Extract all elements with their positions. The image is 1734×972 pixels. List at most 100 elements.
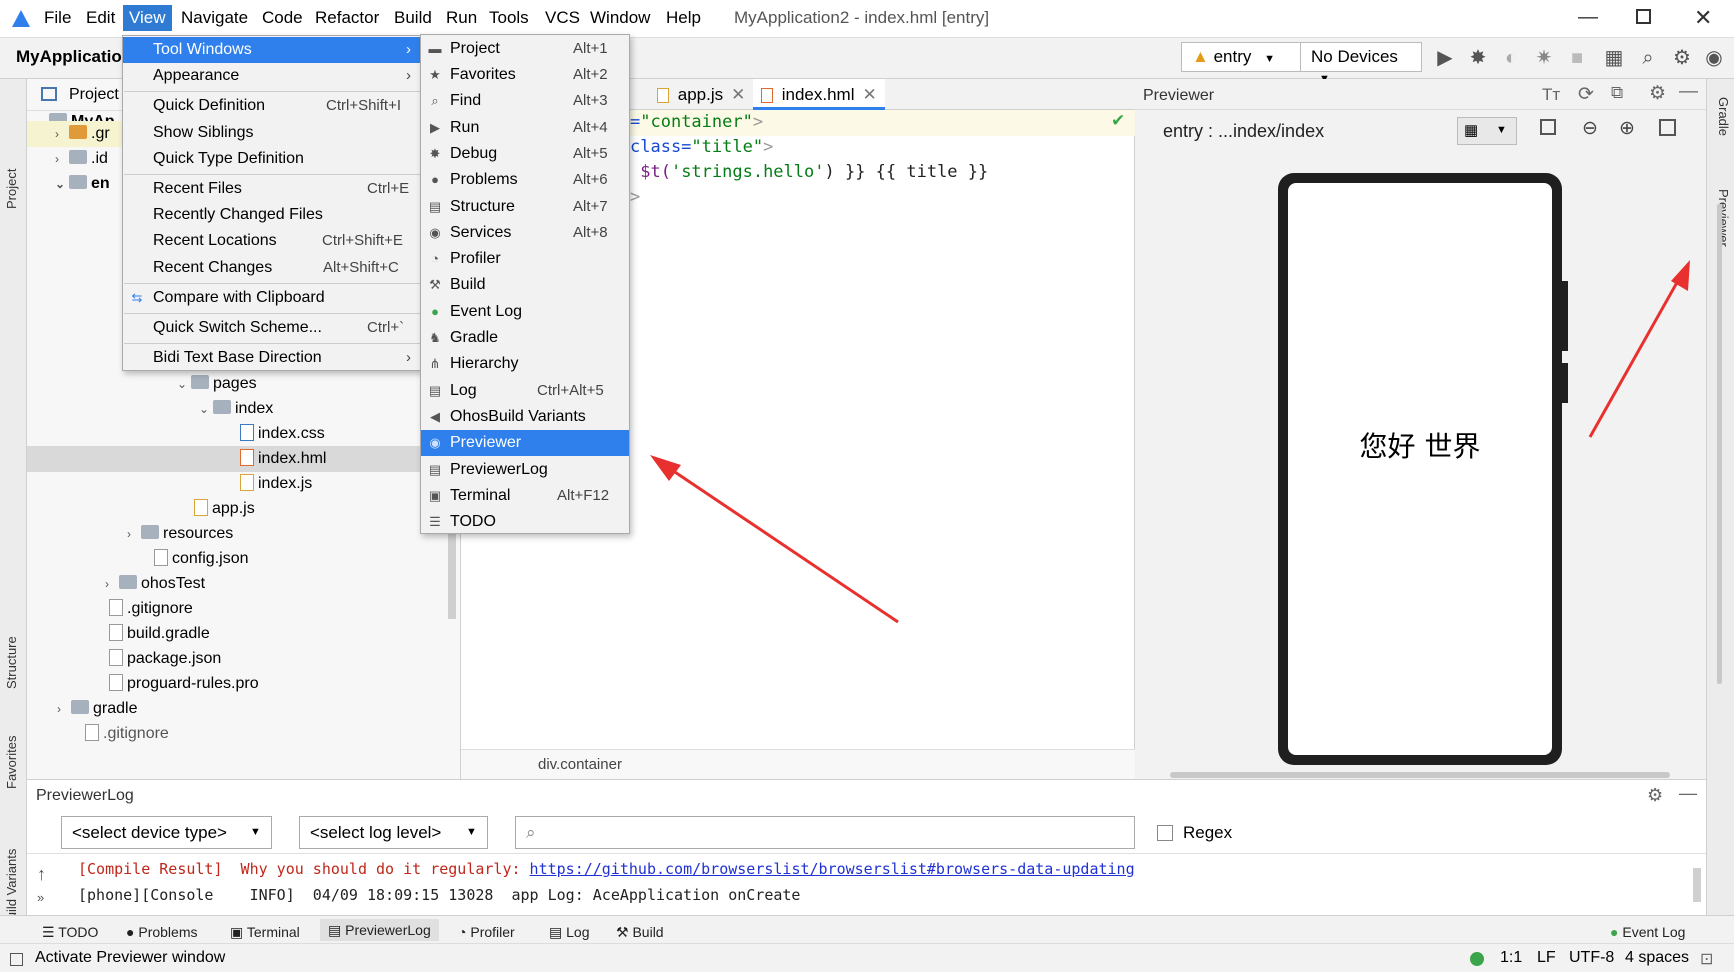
log-link[interactable]: https://github.com/browserslist/browsers… — [530, 860, 1135, 878]
font-size-icon[interactable]: Tт — [1542, 85, 1560, 105]
settings-icon[interactable]: ⚙ — [1649, 82, 1666, 105]
tree-item[interactable]: app.js — [194, 496, 255, 521]
lock-icon[interactable]: ⊡ — [1700, 949, 1713, 969]
structure-tool-tab[interactable]: Structure — [4, 636, 19, 689]
tab-terminal[interactable]: ▣ Terminal — [230, 924, 300, 941]
menu-item-build[interactable]: ⚒ Build — [421, 272, 629, 298]
code-line-1[interactable]: ="container"> — [630, 112, 763, 132]
menu-item-problems[interactable]: ● Problems Alt+6 — [421, 167, 629, 193]
menu-item-services[interactable]: ◉ Services Alt+8 — [421, 220, 629, 246]
tree-item[interactable]: › ohosTest — [105, 571, 205, 596]
menu-item-recent-locations[interactable]: Recent Locations Ctrl+Shift+E — [123, 228, 420, 254]
menu-file[interactable]: File — [44, 8, 71, 28]
settings-icon[interactable]: ⚙ — [1647, 785, 1663, 806]
tree-item[interactable]: proguard-rules.pro — [109, 671, 259, 696]
menu-item-quick-switch-scheme[interactable]: Quick Switch Scheme... Ctrl+` — [123, 315, 420, 341]
menu-item-tool-windows[interactable]: Tool Windows › — [123, 37, 420, 63]
tree-item[interactable]: › resources — [127, 521, 233, 546]
close-icon[interactable]: ✕ — [1694, 5, 1712, 31]
tab-index-hml[interactable]: index.hml ✕ — [753, 79, 885, 110]
close-tab-icon[interactable]: ✕ — [731, 85, 745, 104]
rotate-device-icon[interactable] — [1540, 119, 1556, 135]
previewer-h-scrollbar[interactable] — [1170, 772, 1670, 778]
menu-item-log[interactable]: ▤ Log Ctrl+Alt+5 — [421, 378, 629, 404]
caret-position[interactable]: 1:1 — [1500, 949, 1522, 967]
line-separator[interactable]: LF — [1537, 949, 1556, 967]
indent-setting[interactable]: 4 spaces — [1625, 949, 1689, 967]
tree-item[interactable]: index.js — [240, 471, 312, 496]
tree-item[interactable]: › .gr — [55, 121, 110, 146]
menu-item-ohosbuild-variants[interactable]: ◀ OhosBuild Variants — [421, 404, 629, 430]
menu-item-terminal[interactable]: ▣ Terminal Alt+F12 — [421, 483, 629, 509]
favorites-tool-tab[interactable]: Favorites — [4, 736, 19, 789]
debug-icon[interactable]: ✸ — [1466, 46, 1490, 70]
menu-item-appearance[interactable]: Appearance › — [123, 63, 420, 89]
tab-app-js[interactable]: app.js ✕ — [649, 79, 753, 110]
log-scrollbar[interactable] — [1693, 868, 1701, 902]
file-encoding[interactable]: UTF-8 — [1569, 949, 1614, 967]
scroll-up-icon[interactable]: ↑ — [37, 864, 46, 885]
tree-item[interactable]: ⌄ index — [199, 396, 273, 421]
code-line-2[interactable]: class="title"> — [630, 137, 773, 157]
project-structure-icon[interactable]: ▦ — [1602, 46, 1626, 70]
project-tool-tab[interactable]: Project — [4, 169, 19, 209]
tree-item[interactable]: package.json — [109, 646, 221, 671]
menu-view[interactable]: View — [123, 5, 172, 31]
device-type-select[interactable]: <select device type> ▼ — [61, 816, 272, 849]
menu-item-quick-type-definition[interactable]: Quick Type Definition — [123, 146, 420, 172]
menu-item-recent-changes[interactable]: Recent Changes Alt+Shift+C — [123, 255, 420, 281]
menu-tools[interactable]: Tools — [489, 8, 529, 28]
log-line-2[interactable]: [phone][Console INFO] 04/09 18:09:15 130… — [78, 886, 800, 904]
tree-item[interactable]: index.css — [240, 421, 325, 446]
hide-panel-icon[interactable]: — — [1679, 81, 1698, 103]
previewer-scrollbar[interactable] — [1717, 204, 1722, 684]
tree-item[interactable]: ⌄ pages — [177, 371, 257, 396]
toggle-tool-windows-icon[interactable] — [10, 953, 23, 966]
fit-screen-icon[interactable] — [1659, 119, 1676, 136]
tree-item[interactable]: config.json — [154, 546, 249, 571]
stop-icon[interactable]: ■ — [1565, 46, 1589, 70]
menu-item-find[interactable]: ⌕ Find Alt+3 — [421, 88, 629, 114]
menu-item-previewer[interactable]: ◉ Previewer — [421, 430, 629, 456]
tree-item[interactable]: › .id — [55, 146, 108, 171]
multi-device-icon[interactable]: ⧉ — [1611, 83, 1623, 103]
attach-debugger-icon[interactable]: ✷ — [1532, 46, 1556, 70]
menu-item-structure[interactable]: ▤ Structure Alt+7 — [421, 194, 629, 220]
menu-help[interactable]: Help — [666, 8, 701, 28]
menu-item-favorites[interactable]: ★ Favorites Alt+2 — [421, 62, 629, 88]
menu-run[interactable]: Run — [446, 8, 477, 28]
menu-item-hierarchy[interactable]: ⋔ Hierarchy — [421, 351, 629, 377]
menu-navigate[interactable]: Navigate — [181, 8, 248, 28]
tree-item[interactable]: .gitignore — [85, 721, 169, 746]
run-config-select[interactable]: ▲ entry ▼ — [1181, 42, 1306, 72]
tab-log[interactable]: ▤ Log — [549, 924, 589, 941]
log-line-1[interactable]: [Compile Result] Why you should do it re… — [78, 860, 1135, 878]
search-icon[interactable]: ⌕ — [1636, 46, 1660, 70]
menu-window[interactable]: Window — [590, 8, 650, 28]
device-screen[interactable]: 您好 世界 — [1288, 183, 1552, 755]
menu-edit[interactable]: Edit — [86, 8, 115, 28]
zoom-in-icon[interactable]: ⊕ — [1619, 117, 1635, 140]
tab-build[interactable]: ⚒ Build — [616, 924, 664, 941]
settings-icon[interactable]: ⚙ — [1670, 46, 1694, 70]
minimize-icon[interactable]: — — [1578, 6, 1598, 29]
menu-item-recently-changed-files[interactable]: Recently Changed Files — [123, 202, 420, 228]
close-tab-icon[interactable]: ✕ — [863, 85, 877, 104]
maximize-icon[interactable] — [1636, 9, 1651, 24]
menu-item-previewerlog[interactable]: ▤ PreviewerLog — [421, 457, 629, 483]
menu-item-gradle[interactable]: ♞ Gradle — [421, 325, 629, 351]
menu-build[interactable]: Build — [394, 8, 432, 28]
menu-item-bidi-text-base-direction[interactable]: Bidi Text Base Direction › — [123, 345, 420, 371]
menu-item-recent-files[interactable]: Recent Files Ctrl+E — [123, 176, 420, 202]
tree-item[interactable]: build.gradle — [109, 621, 210, 646]
tab-profiler[interactable]: ◔ Profiler — [458, 924, 515, 940]
menu-item-event-log[interactable]: ● Event Log — [421, 299, 629, 325]
account-icon[interactable]: ◉ — [1702, 46, 1726, 70]
menu-item-project[interactable]: ▬ Project Alt+1 — [421, 36, 629, 62]
profile-icon[interactable]: ◐ — [1499, 46, 1523, 70]
regex-checkbox[interactable] — [1157, 825, 1173, 841]
menu-code[interactable]: Code — [262, 8, 303, 28]
tree-item[interactable]: ⌄ en — [55, 171, 110, 196]
expand-icon[interactable]: » — [37, 890, 44, 905]
tab-previewerlog[interactable]: ▤ PreviewerLog — [320, 919, 439, 941]
